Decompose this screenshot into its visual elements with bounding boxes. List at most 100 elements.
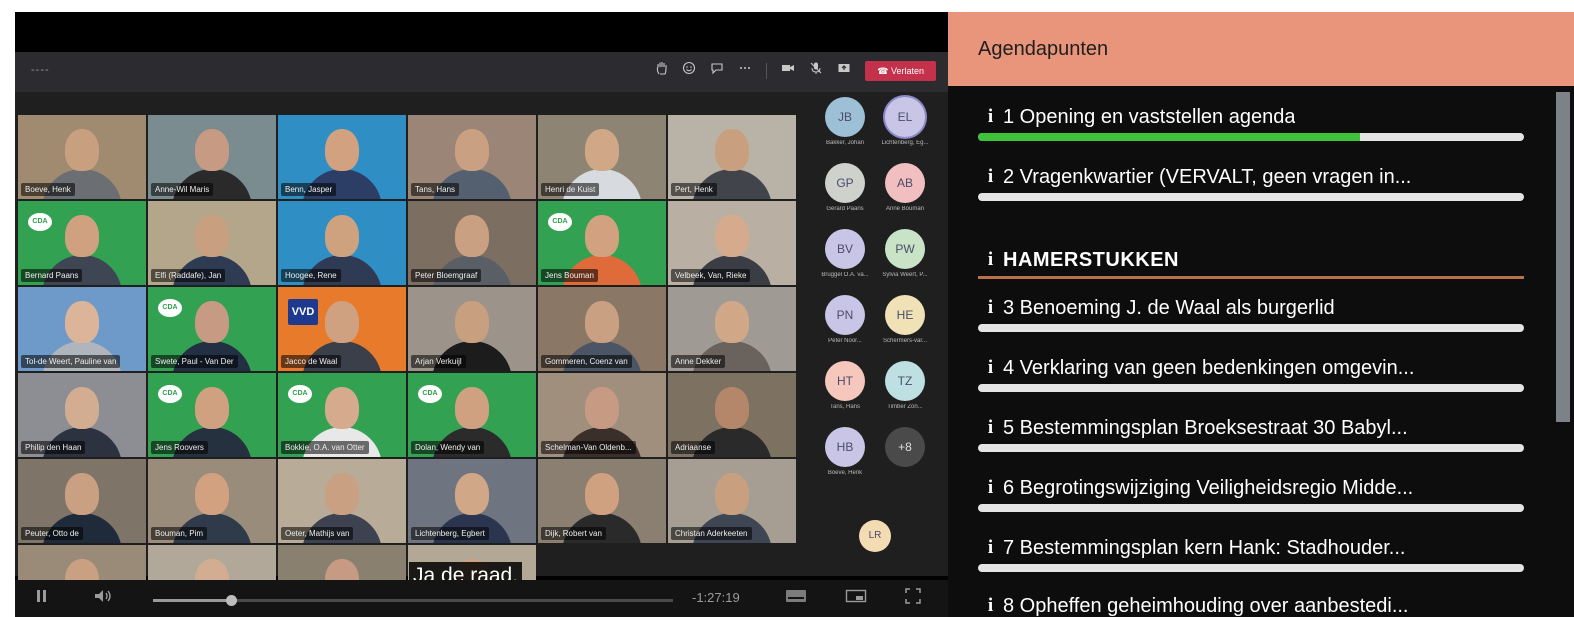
progress-knob[interactable] <box>226 595 237 606</box>
info-icon[interactable]: i <box>978 477 1003 499</box>
avatar: LR <box>859 520 891 552</box>
avatar: GP <box>825 163 865 203</box>
participant-name: Dolan, Wendy van <box>411 441 485 454</box>
participant-video <box>715 387 749 429</box>
participant-tile: Gommeren, Coenz van <box>538 287 666 371</box>
participant-name: Jens Bouman <box>541 269 598 282</box>
agenda-row: i HAMERSTUKKEN <box>978 247 1524 273</box>
participant-tile: Dijk, Robert van <box>538 459 666 543</box>
participant-name: Bokkie, O.A. van Otter <box>281 441 369 454</box>
leave-button[interactable]: ☎ Verlaten <box>865 61 936 81</box>
participant-video <box>195 387 229 429</box>
participant-name: Tans, Hans <box>411 183 460 196</box>
agenda-section[interactable]: i HAMERSTUKKEN <box>978 247 1524 279</box>
participant-tile: Benn, Jasper <box>278 115 406 199</box>
settings-icon[interactable] <box>785 588 807 610</box>
participant-name: Gommeren, Coenz van <box>541 355 632 368</box>
roster-name: Anne Bouman <box>885 206 925 212</box>
info-icon[interactable]: i <box>978 297 1003 319</box>
roster-entry[interactable]: HE Schermers-var... <box>875 295 935 344</box>
participant-name: Peuter, Otto de <box>21 527 83 540</box>
avatar: JB <box>825 97 865 137</box>
picture-in-picture-icon[interactable] <box>845 588 867 610</box>
participant-video <box>65 387 99 429</box>
agenda-progress-fill <box>978 133 1361 141</box>
agenda-row: i2 Vragenkwartier (VERVALT, geen vragen … <box>978 164 1524 190</box>
avatar: HT <box>825 361 865 401</box>
info-icon[interactable]: i <box>978 537 1003 559</box>
participant-tile: Arjan Verkuijl <box>408 287 536 371</box>
party-logo: CDA <box>548 213 572 231</box>
roster-entry[interactable]: JB Bakker, Johan <box>815 97 875 146</box>
agenda-item[interactable]: i8 Opheffen geheimhouding over aanbested… <box>978 593 1524 617</box>
participant-name: Peter Bloemgraaf <box>411 269 482 282</box>
participant-name: Pert, Henk <box>671 183 717 196</box>
participant-roster: JB Bakker, Johan EL Lichtenberg, Eg... GP Ger… <box>801 92 948 576</box>
raise-hand-icon[interactable] <box>656 61 668 81</box>
info-icon[interactable]: i <box>978 249 1003 271</box>
agenda-item[interactable]: i6 Begrotingswijziging Veiligheidsregio … <box>978 475 1524 512</box>
roster-name: Gerard Paans <box>826 206 864 212</box>
roster-entry[interactable]: TZ Timber Zon... <box>875 361 935 410</box>
roster-entry[interactable]: AB Anne Bouman <box>875 163 935 212</box>
roster-entry[interactable]: +8 <box>875 427 935 467</box>
agenda-item-label: 4 Verklaring van geen bedenkingen omgevi… <box>1003 356 1415 379</box>
participant-video <box>585 387 619 429</box>
more-icon[interactable] <box>738 61 752 81</box>
participant-video <box>455 301 489 343</box>
roster-entry[interactable]: GP Gerard Paans <box>815 163 875 212</box>
agenda-item[interactable]: i4 Verklaring van geen bedenkingen omgev… <box>978 355 1524 392</box>
video-player[interactable]: ---- ☎ Verlaten Boeve, Henk Anne-Wil Mar… <box>15 12 948 617</box>
participant-name: Schelman-Van Oldenb... <box>541 441 636 454</box>
roster-entry[interactable]: HB Boeve, Henk <box>815 427 875 476</box>
agenda-progress-bar <box>978 564 1524 572</box>
roster-entry[interactable]: HT Tans, Hans <box>815 361 875 410</box>
pause-icon[interactable] <box>35 588 49 610</box>
party-logo: CDA <box>288 385 312 403</box>
info-icon[interactable]: i <box>978 417 1003 439</box>
participant-name: Adriaanse <box>671 441 716 454</box>
agenda-row: i3 Benoeming J. de Waal als burgerlid <box>978 295 1524 321</box>
roster-entry[interactable]: PN Peter Noor... <box>815 295 875 344</box>
participant-video <box>65 215 99 257</box>
share-icon[interactable] <box>837 61 851 81</box>
roster-entry[interactable]: BV Bruggel O.A. va... <box>815 229 875 278</box>
agenda-item[interactable]: i7 Bestemmingsplan kern Hank: Stadhouder… <box>978 535 1524 572</box>
info-icon[interactable]: i <box>978 595 1003 617</box>
participant-tile: Peuter, Otto de <box>18 459 146 543</box>
progress-bar[interactable] <box>153 595 673 606</box>
reactions-icon[interactable] <box>682 61 696 81</box>
agenda-item[interactable]: i1 Opening en vaststellen agenda <box>978 104 1524 141</box>
agenda-scrollbar[interactable] <box>1556 92 1570 422</box>
agenda-item[interactable]: i5 Bestemmingsplan Broeksestraat 30 Baby… <box>978 415 1524 452</box>
participant-tile: Christan Aderkeeten <box>668 459 796 543</box>
camera-icon[interactable] <box>781 61 795 81</box>
participant-tile: CDA Jens Bouman <box>538 201 666 285</box>
participant-name: Arjan Verkuijl <box>411 355 466 368</box>
party-logo: CDA <box>418 385 442 403</box>
microphone-icon[interactable] <box>809 61 823 81</box>
agenda-item-label: 1 Opening en vaststellen agenda <box>1003 105 1296 128</box>
info-icon[interactable]: i <box>978 357 1003 379</box>
agenda-row: i8 Opheffen geheimhouding over aanbested… <box>978 593 1524 617</box>
agenda-item[interactable]: i2 Vragenkwartier (VERVALT, geen vragen … <box>978 164 1524 201</box>
agenda-item[interactable]: i3 Benoeming J. de Waal als burgerlid <box>978 295 1524 332</box>
fullscreen-icon[interactable] <box>905 588 921 610</box>
roster-entry[interactable]: LR <box>845 520 905 552</box>
roster-name: Schermers-var... <box>882 338 927 344</box>
participant-tile: CDA Dolan, Wendy van <box>408 373 536 457</box>
info-icon[interactable]: i <box>978 106 1003 128</box>
participant-video <box>325 387 359 429</box>
participant-video <box>195 215 229 257</box>
agenda-header: Agendapunten <box>948 12 1574 86</box>
info-icon[interactable]: i <box>978 166 1003 188</box>
volume-icon[interactable] <box>93 588 113 610</box>
participant-tile: Anne Dekker <box>668 287 796 371</box>
roster-entry[interactable]: EL Lichtenberg, Eg... <box>875 97 935 146</box>
avatar: PW <box>885 229 925 269</box>
meeting-menu[interactable]: ---- <box>31 64 50 76</box>
participant-tile: Elfi (Raddafe), Jan <box>148 201 276 285</box>
chat-icon[interactable] <box>710 61 724 81</box>
participant-name: Swete, Paul - Van Der <box>151 355 238 368</box>
roster-entry[interactable]: PW Sylvia Weert, P... <box>875 229 935 278</box>
